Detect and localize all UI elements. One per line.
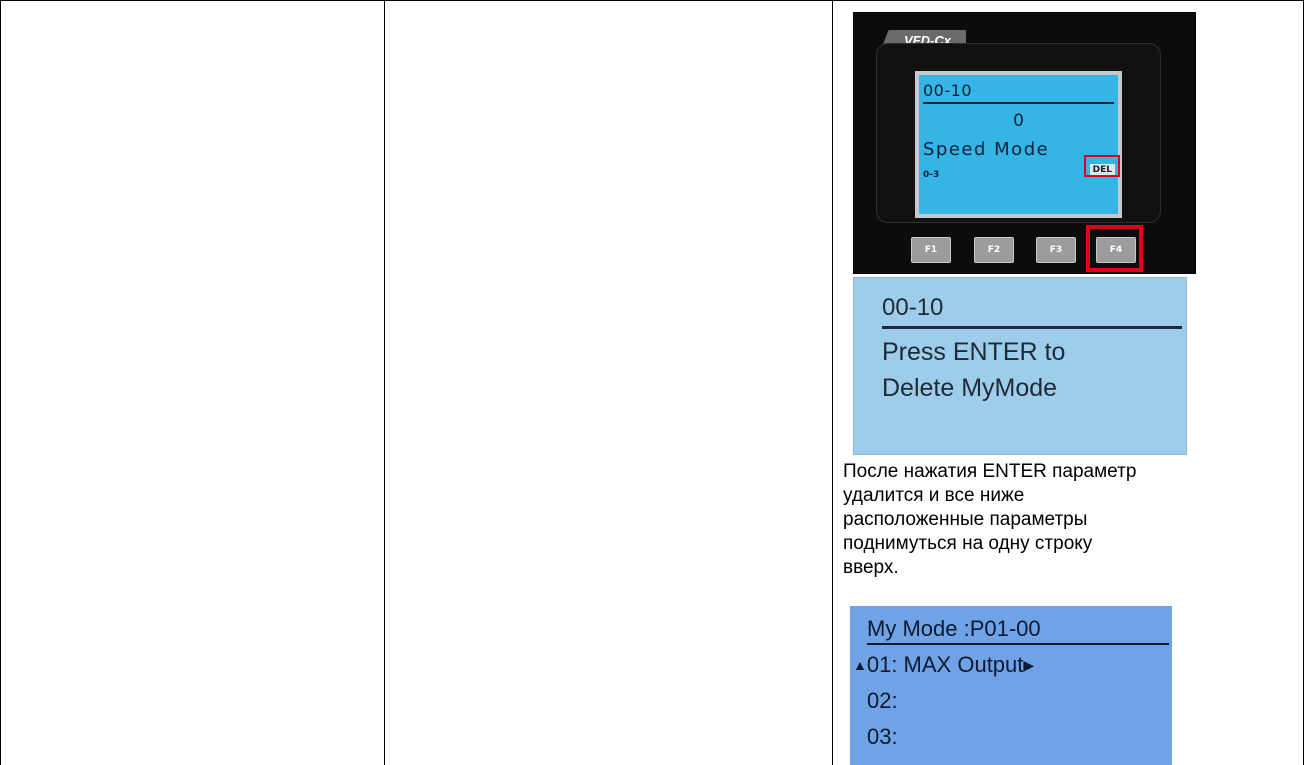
confirm-param-code: 00-10 [882, 294, 944, 321]
table-column-divider-2 [832, 0, 833, 765]
lcd-page-indicator: 0-3 [923, 170, 940, 180]
lcd-value: 0 [1013, 111, 1024, 131]
mymode-row-1: ▲︎01: MAX Output▶︎ [853, 652, 1034, 678]
confirm-line-1: Press ENTER to [882, 338, 1066, 366]
confirm-delete-screen: 00-10 Press ENTER to Delete MyMode [853, 277, 1187, 455]
description-line: удалится и все ниже [843, 485, 1025, 506]
table-border-top [0, 0, 1304, 1]
keypad-device-image: VFD-Cx 00-10 0 Speed Mode 0-3 DEL F1 F2 … [853, 12, 1196, 274]
lcd-param-code: 00-10 [923, 81, 972, 100]
description-line: поднимуться на одну строку [843, 533, 1093, 554]
lcd-divider [923, 102, 1114, 104]
device-lcd-screen: 00-10 0 Speed Mode 0-3 DEL [915, 71, 1122, 218]
confirm-divider [882, 326, 1182, 329]
f3-key[interactable]: F3 [1036, 237, 1076, 263]
right-arrow-icon: ▶︎ [1023, 657, 1035, 673]
mymode-row-2: 02: [867, 688, 898, 713]
mymode-title: My Mode :P01-00 [867, 616, 1041, 641]
description-line: вверх. [843, 557, 899, 578]
f2-key[interactable]: F2 [974, 237, 1014, 263]
f1-key[interactable]: F1 [911, 237, 951, 263]
mymode-row-text: 01: MAX Output [866, 652, 1024, 677]
confirm-line-2: Delete MyMode [882, 374, 1058, 402]
f4-highlight-box [1086, 225, 1143, 272]
up-down-arrow-icon: ▲︎ [853, 657, 867, 673]
mymode-divider [867, 643, 1169, 645]
table-border-left [0, 0, 1, 765]
description-paragraph: После нажатия ENTER параметр удалится и … [843, 460, 1193, 580]
description-line: расположенные параметры [843, 509, 1088, 530]
lcd-mode-name: Speed Mode [923, 139, 1050, 160]
description-line: После нажатия ENTER параметр [843, 461, 1137, 482]
del-highlight-box [1084, 155, 1120, 177]
mymode-row-3: 03: [867, 724, 898, 749]
mymode-screen: My Mode :P01-00 ▲︎01: MAX Output▶︎ 02: 0… [850, 606, 1172, 765]
table-column-divider-1 [384, 0, 385, 765]
